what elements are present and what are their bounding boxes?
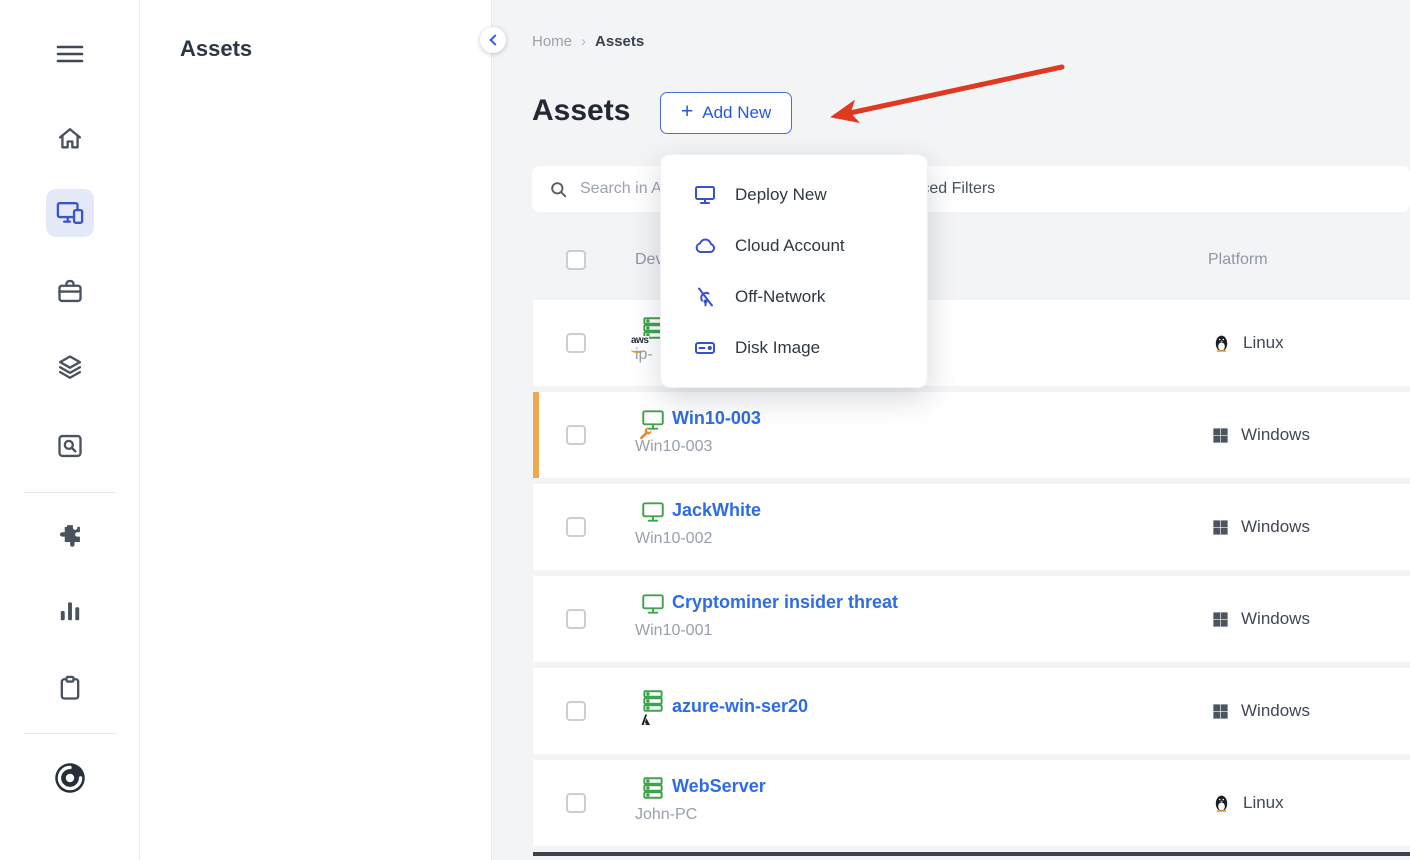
table-row[interactable]: WebServer John-PC Linux [533,760,1410,846]
plus-icon: + [681,100,693,124]
table-row[interactable]: Cryptominer insider threat Win10-001 Win… [533,576,1410,662]
row-checkbox[interactable] [566,609,586,629]
linux-icon [1211,332,1232,354]
platform-label: Windows [1241,517,1310,537]
rail-divider [24,733,116,734]
reports-icon[interactable] [57,598,83,624]
tasks-icon[interactable] [56,674,84,702]
chevron-left-icon [489,34,500,45]
column-header-platform[interactable]: Platform [1208,251,1268,269]
windows-icon [1211,426,1230,445]
layers-icon[interactable] [56,353,84,381]
windows-icon [1211,610,1230,629]
device-subtitle: Win10-003 [635,438,712,456]
breadcrumb-home[interactable]: Home [532,33,572,50]
hamburger-menu-icon[interactable] [53,37,87,71]
menu-item-label: Deploy New [735,185,827,205]
page-title: Assets [532,94,630,128]
platform-cell: Linux [1211,792,1284,814]
device-subtitle: Win10-002 [635,530,712,548]
device-name-link[interactable]: JackWhite [672,500,761,521]
breadcrumb: Home › Assets [532,33,644,50]
off-network-icon [693,285,717,309]
cloud-icon [693,234,717,258]
select-all-checkbox[interactable] [566,250,586,270]
windows-icon [1211,518,1230,537]
platform-cell: Windows [1211,517,1310,537]
device-name-link[interactable]: Cryptominer insider threat [672,592,898,613]
next-row-edge [533,852,1410,856]
sidebar-title: Assets [180,36,252,62]
sidebar-collapse-button[interactable] [480,27,506,53]
rail-divider [24,492,116,493]
menu-item-label: Cloud Account [735,236,845,256]
row-checkbox[interactable] [566,517,586,537]
platform-cell: Windows [1211,609,1310,629]
row-checkbox[interactable] [566,701,586,721]
platform-cell: Windows [1211,701,1310,721]
integrations-icon[interactable] [56,521,84,549]
platform-cell: Linux [1211,332,1284,354]
table-row[interactable]: JackWhite Win10-002 Windows [533,484,1410,570]
search-icon [549,180,568,199]
asset-search-icon[interactable] [56,432,84,460]
device-name-link[interactable]: WebServer [672,776,766,797]
assets-sidebar: Assets [140,0,492,860]
monitor-icon [640,499,666,525]
platform-label: Windows [1241,701,1310,721]
main-content: Home › Assets Assets + Add New Advanced … [492,0,1410,860]
server-icon [640,775,666,801]
row-checkbox[interactable] [566,425,586,445]
breadcrumb-separator-icon: › [581,33,586,50]
menu-item-disk-image[interactable]: Disk Image [661,322,927,373]
packages-icon[interactable] [56,277,84,305]
platform-label: Linux [1243,333,1284,353]
platform-label: Windows [1241,425,1310,445]
azure-badge-icon [636,712,652,728]
device-subtitle: John-PC [635,806,697,824]
menu-item-label: Disk Image [735,338,820,358]
device-name-link[interactable]: Win10-003 [672,408,761,429]
platform-label: Linux [1243,793,1284,813]
add-new-button[interactable]: + Add New [660,92,792,134]
breadcrumb-current: Assets [595,33,644,50]
windows-icon [1211,702,1230,721]
disk-icon [693,336,717,360]
monitor-icon [693,183,717,207]
add-new-dropdown-menu: Deploy New Cloud Account Off-Network Dis… [660,154,928,388]
monitor-icon [640,407,666,433]
row-checkbox[interactable] [566,333,586,353]
menu-item-off-network[interactable]: Off-Network [661,271,927,322]
add-new-label: Add New [702,103,771,123]
home-icon[interactable] [56,124,84,152]
platform-cell: Windows [1211,425,1310,445]
device-subtitle: ip- [635,346,653,364]
menu-item-label: Off-Network [735,287,825,307]
menu-item-cloud-account[interactable]: Cloud Account [661,220,927,271]
devices-icon[interactable] [55,198,85,228]
device-subtitle: Win10-001 [635,622,712,640]
linux-icon [1211,792,1232,814]
device-name-link[interactable]: azure-win-ser20 [672,696,808,717]
table-row[interactable]: azure-win-ser20 Windows [533,668,1410,754]
platform-label: Windows [1241,609,1310,629]
app-window: Assets All Assets 81 Devices 51 Computer… [0,0,1410,860]
row-checkbox[interactable] [566,793,586,813]
brand-logo-icon[interactable] [51,759,89,797]
table-row[interactable]: Win10-003 Win10-003 Windows [533,392,1410,478]
icon-rail [0,0,140,860]
server-icon [640,688,666,714]
menu-item-deploy-new[interactable]: Deploy New [661,169,927,220]
monitor-icon [640,591,666,617]
